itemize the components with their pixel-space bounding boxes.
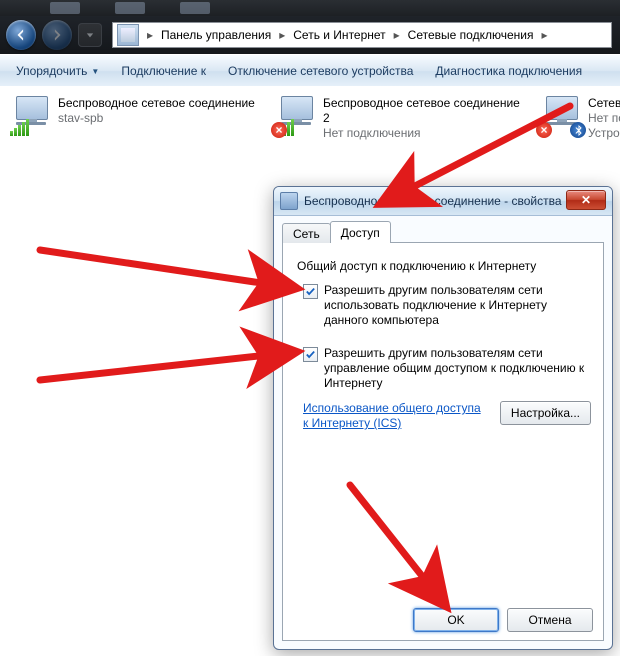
settings-button-label: Настройка... [511,406,580,420]
connection-device: Устройст [588,126,620,141]
connect-label: Подключение к [121,64,206,78]
disconnected-icon: × [271,122,287,138]
window-titlebar [0,0,620,16]
ok-label: OK [447,613,464,627]
dialog-title: Беспроводное сетевое соединение - свойст… [304,194,562,208]
breadcrumb-part[interactable]: Панель управления [157,28,275,42]
breadcrumb-part[interactable]: Сеть и Интернет [289,28,389,42]
group-title: Общий доступ к подключению к Интернету [297,259,591,273]
address-breadcrumb[interactable]: ▸ Панель управления ▸ Сеть и Интернет ▸ … [112,22,612,48]
connection-name: Беспроводное сетевое соединение [58,96,255,111]
ethernet-connection-icon: × [540,96,582,136]
ok-button[interactable]: OK [413,608,499,632]
diagnose-button[interactable]: Диагностика подключения [425,60,592,82]
chevron-right-icon: ▸ [143,24,157,46]
nav-forward-button[interactable] [42,20,72,50]
connection-status: stav-spb [58,111,255,126]
connection-name: Беспроводное сетевое соединение 2 [323,96,525,126]
nav-history-dropdown[interactable] [78,23,102,47]
disconnected-icon: × [536,122,552,138]
tab-label: Сеть [293,227,320,241]
organize-menu[interactable]: Упорядочить ▼ [6,60,109,82]
chevron-right-icon: ▸ [537,24,551,46]
chevron-right-icon: ▸ [390,24,404,46]
connection-item[interactable]: Беспроводное сетевое соединение stav-spb [10,96,260,136]
nav-back-button[interactable] [6,20,36,50]
connection-status: Нет подк [588,111,620,126]
close-icon: ✕ [581,193,591,207]
network-adapter-icon [280,192,298,210]
close-button[interactable]: ✕ [566,190,606,210]
connection-item[interactable]: × Сетевое п Нет подк Устройст [540,96,620,141]
tab-sharing[interactable]: Доступ [330,221,391,243]
organize-label: Упорядочить [16,64,87,78]
command-toolbar: Упорядочить ▼ Подключение к Отключение с… [0,54,620,88]
wireless-connection-icon: × [275,96,317,136]
cancel-button[interactable]: Отмена [507,608,593,632]
allow-control-label: Разрешить другим пользователям сети упра… [324,346,591,391]
cancel-label: Отмена [528,613,571,627]
disable-device-button[interactable]: Отключение сетевого устройства [218,60,423,82]
breadcrumb-part[interactable]: Сетевые подключения [404,28,538,42]
bluetooth-icon [570,122,586,138]
connection-item[interactable]: × Беспроводное сетевое соединение 2 Нет … [275,96,525,141]
control-panel-icon [117,24,139,46]
tab-network[interactable]: Сеть [282,223,331,243]
allow-share-checkbox[interactable] [303,284,318,299]
tab-label: Доступ [341,226,380,240]
allow-control-checkbox[interactable] [303,347,318,362]
wireless-connection-icon [10,96,52,136]
diagnose-label: Диагностика подключения [435,64,582,78]
explorer-navbar: ▸ Панель управления ▸ Сеть и Интернет ▸ … [0,16,620,54]
disable-label: Отключение сетевого устройства [228,64,413,78]
chevron-down-icon: ▼ [91,67,99,76]
connection-status: Нет подключения [323,126,525,141]
allow-share-label: Разрешить другим пользователям сети испо… [324,283,591,328]
dialog-titlebar[interactable]: Беспроводное сетевое соединение - свойст… [274,187,612,216]
connection-name: Сетевое п [588,96,620,111]
connect-to-button[interactable]: Подключение к [111,60,216,82]
ics-help-link[interactable]: Использование общего доступа к Интернету… [303,401,483,431]
settings-button[interactable]: Настройка... [500,401,591,425]
chevron-right-icon: ▸ [275,24,289,46]
sharing-tab-pane: Общий доступ к подключению к Интернету Р… [282,242,604,641]
connection-properties-dialog: Беспроводное сетевое соединение - свойст… [273,186,613,650]
tab-strip: Сеть Доступ [282,221,604,243]
